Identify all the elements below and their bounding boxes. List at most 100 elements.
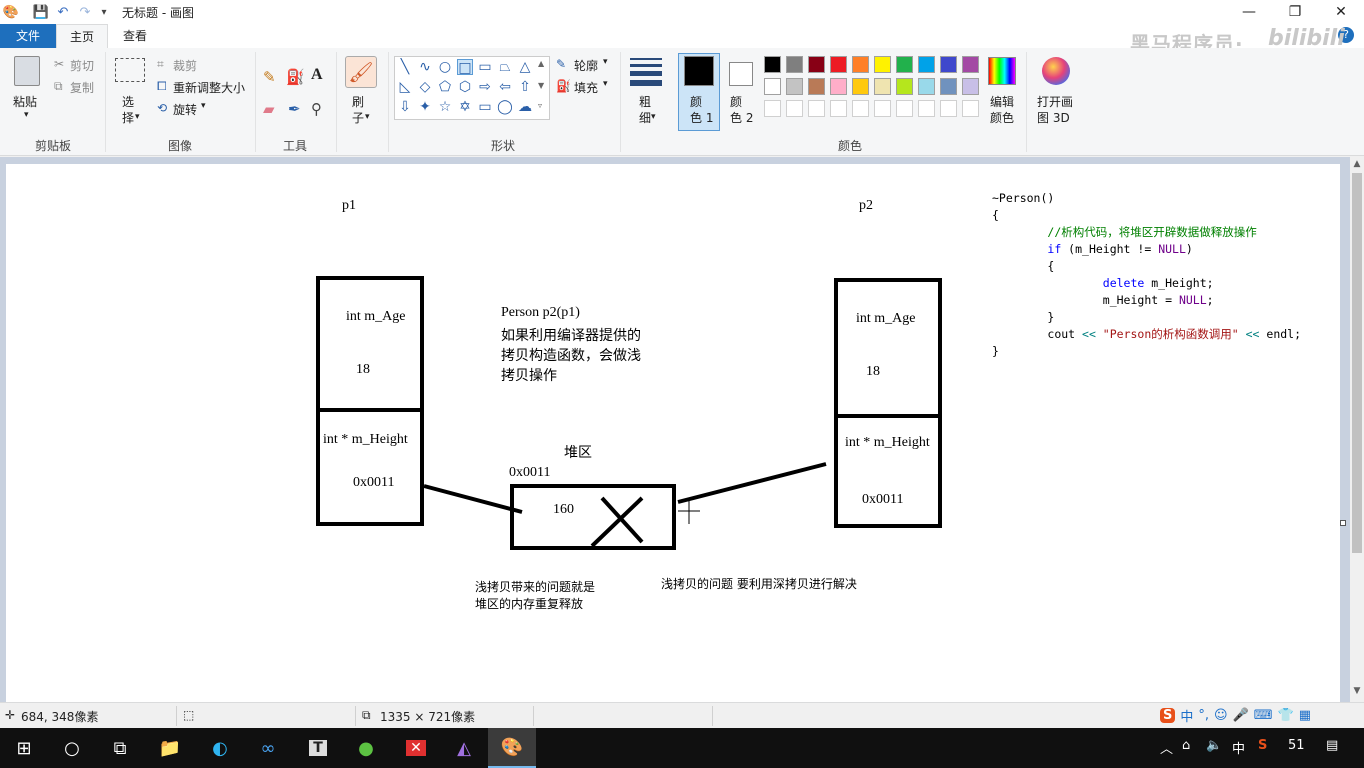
shapes-expand-icon[interactable]: ▿ (538, 101, 542, 110)
cortana-search-icon[interactable]: ○ (48, 728, 96, 768)
resize-button[interactable]: 重新调整大小 (173, 79, 245, 96)
color-picker-icon[interactable]: ✒ (288, 100, 301, 118)
up-arrow-shape-icon[interactable]: ⇧ (517, 79, 533, 95)
tab-file[interactable]: 文件 (0, 24, 56, 48)
vertical-scrollbar[interactable]: ▲ ▼ (1350, 157, 1364, 702)
ime-voice-icon[interactable]: 🎤 (1233, 708, 1249, 723)
fill-dropdown-icon[interactable]: ▾ (603, 79, 608, 89)
right-triangle-shape-icon[interactable]: ◺ (397, 79, 413, 95)
drawing-canvas[interactable]: p1 p2 int m_Age 18 int * m_Height 0x0011… (6, 164, 1340, 702)
oval-shape-icon[interactable]: ○ (437, 59, 453, 75)
ime-emoji-icon[interactable]: ☺ (1214, 708, 1228, 723)
save-icon[interactable]: 💾 (32, 3, 50, 21)
undo-icon[interactable]: ↶ (54, 3, 72, 21)
six-point-star-shape-icon[interactable]: ✡ (457, 99, 473, 115)
ime-toolbox-icon[interactable]: ▦ (1299, 708, 1311, 723)
paste-dropdown-icon[interactable]: ▾ (24, 110, 29, 120)
tray-language[interactable]: 中 (1232, 738, 1245, 757)
baidu-netdisk-icon[interactable]: ∞ (244, 728, 292, 768)
hexagon-shape-icon[interactable]: ⬡ (457, 79, 473, 95)
palette-swatch[interactable] (940, 78, 957, 95)
minimize-button[interactable]: — (1226, 0, 1272, 24)
outline-dropdown-icon[interactable]: ▾ (603, 57, 608, 67)
file-explorer-icon[interactable]: 📁 (146, 728, 194, 768)
palette-swatch[interactable] (852, 100, 869, 117)
palette-swatch[interactable] (808, 78, 825, 95)
customize-quick-access-icon[interactable]: ▾ (97, 3, 111, 21)
pentagon-shape-icon[interactable]: ⬠ (437, 79, 453, 95)
paint-taskbar-icon[interactable]: 🎨 (488, 728, 536, 768)
sogou-ime-icon[interactable]: S (1160, 707, 1176, 723)
palette-swatch[interactable] (918, 78, 935, 95)
palette-swatch[interactable] (874, 56, 891, 73)
color2-button[interactable]: 颜 色 2 (730, 94, 753, 126)
close-button[interactable]: ✕ (1318, 0, 1364, 24)
rounded-rectangle-shape-icon[interactable]: ▭ (477, 59, 493, 75)
five-point-star-shape-icon[interactable]: ☆ (437, 99, 453, 115)
shapes-scroll-down-icon[interactable]: ▼ (538, 81, 544, 90)
four-point-star-shape-icon[interactable]: ✦ (417, 99, 433, 115)
volume-icon[interactable]: 🔈 (1206, 738, 1222, 753)
palette-swatch[interactable] (764, 78, 781, 95)
rectangle-shape-icon[interactable]: □ (457, 59, 473, 76)
crop-button[interactable]: 裁剪 (173, 57, 197, 74)
palette-swatch[interactable] (962, 78, 979, 95)
notification-center-icon[interactable]: ▤ (1326, 738, 1338, 753)
camtasia-icon[interactable]: ● (342, 728, 390, 768)
color1-swatch[interactable] (684, 56, 714, 86)
tab-home[interactable]: 主页 (56, 24, 108, 48)
color2-swatch[interactable] (729, 62, 753, 86)
rotate-button[interactable]: 旋转 (173, 101, 197, 118)
left-arrow-shape-icon[interactable]: ⇦ (497, 79, 513, 95)
visual-studio-icon[interactable]: ◭ (440, 728, 488, 768)
ime-skin-icon[interactable]: 👕 (1278, 708, 1294, 723)
palette-swatch[interactable] (940, 100, 957, 117)
palette-swatch[interactable] (764, 56, 781, 73)
shapes-scroll-up-icon[interactable]: ▲ (538, 59, 544, 68)
palette-swatch[interactable] (962, 56, 979, 73)
ime-keyboard-icon[interactable]: ⌨ (1254, 708, 1273, 723)
eraser-icon[interactable]: ▰ (263, 100, 275, 118)
palette-swatch[interactable] (808, 100, 825, 117)
palette-swatch[interactable] (874, 100, 891, 117)
scrollbar-thumb[interactable] (1352, 173, 1362, 553)
size-dropdown-icon[interactable]: ▾ (651, 112, 656, 122)
palette-swatch[interactable] (852, 56, 869, 73)
curve-shape-icon[interactable]: ∿ (417, 59, 433, 75)
palette-swatch[interactable] (786, 78, 803, 95)
edit-colors-button[interactable]: 编辑 颜色 (990, 94, 1014, 126)
triangle-shape-icon[interactable]: △ (517, 59, 533, 75)
callout-cloud-shape-icon[interactable]: ☁ (517, 99, 533, 115)
palette-swatch[interactable] (896, 56, 913, 73)
outline-button[interactable]: 轮廓 (574, 57, 598, 74)
line-shape-icon[interactable]: ╲ (397, 59, 413, 75)
palette-swatch[interactable] (918, 100, 935, 117)
open-paint3d-button[interactable]: 打开画 图 3D (1037, 94, 1073, 126)
xmind-icon[interactable]: ✕ (392, 728, 440, 768)
maximize-button[interactable]: ❐ (1272, 0, 1318, 24)
select-dropdown-icon[interactable]: ▾ (135, 112, 140, 122)
callout-rect-shape-icon[interactable]: ▭ (477, 99, 493, 115)
polygon-shape-icon[interactable]: ⏢ (497, 59, 513, 75)
paste-button[interactable]: 粘贴 (13, 93, 37, 110)
copy-button[interactable]: 复制 (70, 79, 94, 96)
tab-view[interactable]: 查看 (110, 24, 160, 48)
network-icon[interactable]: ⌂ (1182, 738, 1190, 753)
fill-bucket-icon[interactable]: ⛽ (286, 68, 305, 86)
callout-oval-shape-icon[interactable]: ◯ (497, 99, 513, 115)
right-arrow-shape-icon[interactable]: ⇨ (477, 79, 493, 95)
ime-punctuation-icon[interactable]: °, (1198, 708, 1209, 723)
canvas-resize-handle[interactable] (1340, 520, 1346, 526)
magnifier-icon[interactable]: ⚲ (311, 100, 322, 118)
palette-swatch[interactable] (830, 100, 847, 117)
windows-start-icon[interactable]: ⊞ (0, 728, 48, 768)
palette-swatch[interactable] (918, 56, 935, 73)
palette-swatch[interactable] (852, 78, 869, 95)
scroll-up-icon[interactable]: ▲ (1350, 159, 1364, 173)
palette-swatch[interactable] (962, 100, 979, 117)
palette-swatch[interactable] (896, 100, 913, 117)
typora-icon[interactable]: T (294, 728, 342, 768)
palette-swatch[interactable] (786, 100, 803, 117)
palette-swatch[interactable] (786, 56, 803, 73)
rotate-dropdown-icon[interactable]: ▾ (201, 101, 206, 111)
